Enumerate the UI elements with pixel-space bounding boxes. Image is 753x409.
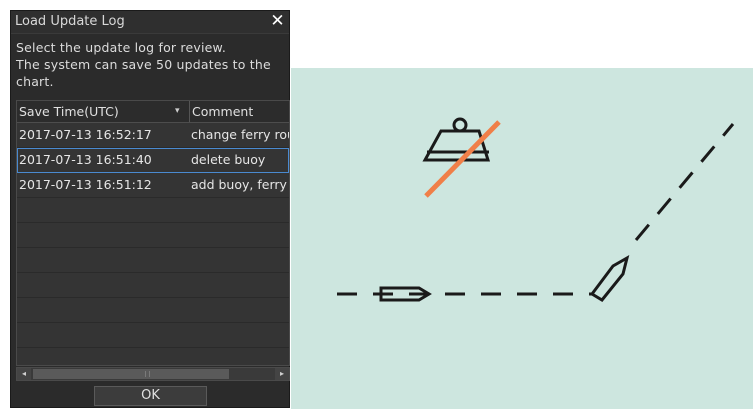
description-line: Select the update log for review. xyxy=(16,40,226,55)
table-row[interactable]: 2017-07-13 16:52:17 change ferry route xyxy=(17,123,289,148)
table-row-empty[interactable] xyxy=(17,248,289,273)
column-header-comment[interactable]: Comment xyxy=(189,101,289,122)
table-row-empty[interactable] xyxy=(17,298,289,323)
table-row-empty[interactable] xyxy=(17,273,289,298)
save-time-cell: 2017-07-13 16:51:40 xyxy=(19,152,152,167)
ferry-route-diagonal xyxy=(634,123,735,241)
comment-cell: add buoy, ferry xyxy=(191,177,287,192)
scroll-right-icon[interactable]: ▸ xyxy=(275,368,289,380)
vessel-icon-2 xyxy=(589,254,630,302)
sort-down-icon[interactable]: ▾ xyxy=(175,101,180,122)
comment-cell: delete buoy xyxy=(191,152,266,167)
load-update-log-dialog: Load Update Log ✕ Select the update log … xyxy=(10,10,290,408)
description-line: The system can save 50 updates to the xyxy=(16,57,271,72)
table-row-empty[interactable] xyxy=(17,348,289,365)
table-row-selected[interactable]: 2017-07-13 16:51:40 delete buoy xyxy=(17,148,289,173)
save-time-cell: 2017-07-13 16:52:17 xyxy=(19,127,152,142)
ok-button[interactable]: OK xyxy=(94,386,207,406)
table-row-empty[interactable] xyxy=(17,223,289,248)
scrollbar-grip xyxy=(145,371,150,377)
scrollbar-thumb[interactable] xyxy=(33,369,229,379)
dialog-title: Load Update Log xyxy=(15,14,125,29)
chart-area xyxy=(291,68,753,409)
table-row[interactable]: 2017-07-13 16:51:12 add buoy, ferry xyxy=(17,173,289,198)
table-row-empty[interactable] xyxy=(17,323,289,348)
scroll-left-icon[interactable]: ◂ xyxy=(17,368,31,380)
column-header-save-time[interactable]: Save Time(UTC) xyxy=(19,101,183,122)
dialog-titlebar: Load Update Log ✕ xyxy=(11,11,289,34)
update-log-table: Save Time(UTC) ▾ Comment 2017-07-13 16:5… xyxy=(16,100,290,366)
close-icon[interactable]: ✕ xyxy=(269,13,286,30)
save-time-cell: 2017-07-13 16:51:12 xyxy=(19,177,152,192)
table-row-empty[interactable] xyxy=(17,198,289,223)
table-body: 2017-07-13 16:52:17 change ferry route 2… xyxy=(17,123,289,365)
chart-canvas xyxy=(337,117,735,302)
description-line: chart. xyxy=(16,74,54,89)
horizontal-scrollbar[interactable]: ◂ ▸ xyxy=(16,367,290,381)
dialog-description: Select the update log for review. The sy… xyxy=(16,39,284,90)
comment-cell: change ferry route xyxy=(191,127,289,142)
table-header: Save Time(UTC) ▾ Comment xyxy=(17,101,289,123)
